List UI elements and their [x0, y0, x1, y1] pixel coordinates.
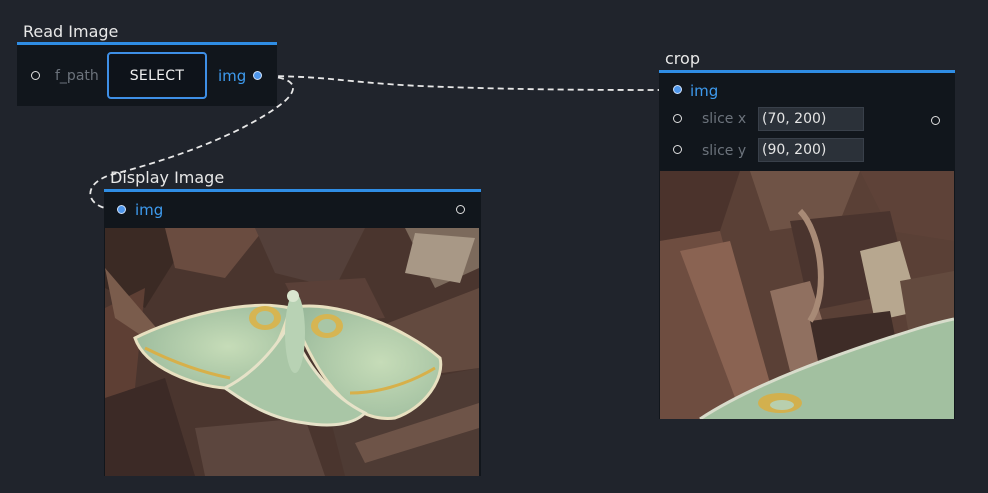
crop-img-input-label: img	[690, 82, 719, 100]
slice-x-field[interactable]: (70, 200)	[758, 107, 864, 131]
f-path-label: f_path	[55, 68, 99, 84]
img-output-port[interactable]	[253, 71, 262, 80]
display-img-input-port[interactable]	[117, 205, 126, 214]
slice-y-input-port[interactable]	[673, 145, 682, 154]
crop-output-port[interactable]	[931, 116, 940, 125]
node-editor-canvas[interactable]: Read Image f_path SELECT img Display Ima…	[0, 0, 988, 493]
slice-y-field[interactable]: (90, 200)	[758, 138, 864, 162]
wire-read-to-crop	[257, 75, 679, 91]
display-output-port[interactable]	[456, 205, 465, 214]
f-path-input-port[interactable]	[31, 71, 40, 80]
slice-x-input-port[interactable]	[673, 114, 682, 123]
img-output-label: img	[218, 67, 247, 85]
moth-crop-photo	[660, 171, 954, 419]
select-file-button[interactable]: SELECT	[107, 52, 207, 99]
crop-title: crop	[665, 49, 700, 68]
slice-y-label: slice y	[702, 143, 747, 159]
read-image-title: Read Image	[23, 22, 119, 41]
crop-img-input-port[interactable]	[673, 85, 682, 94]
slice-x-label: slice x	[702, 111, 747, 127]
display-image-title: Display Image	[110, 168, 225, 187]
display-img-input-label: img	[135, 201, 164, 219]
moth-photo	[105, 228, 479, 476]
